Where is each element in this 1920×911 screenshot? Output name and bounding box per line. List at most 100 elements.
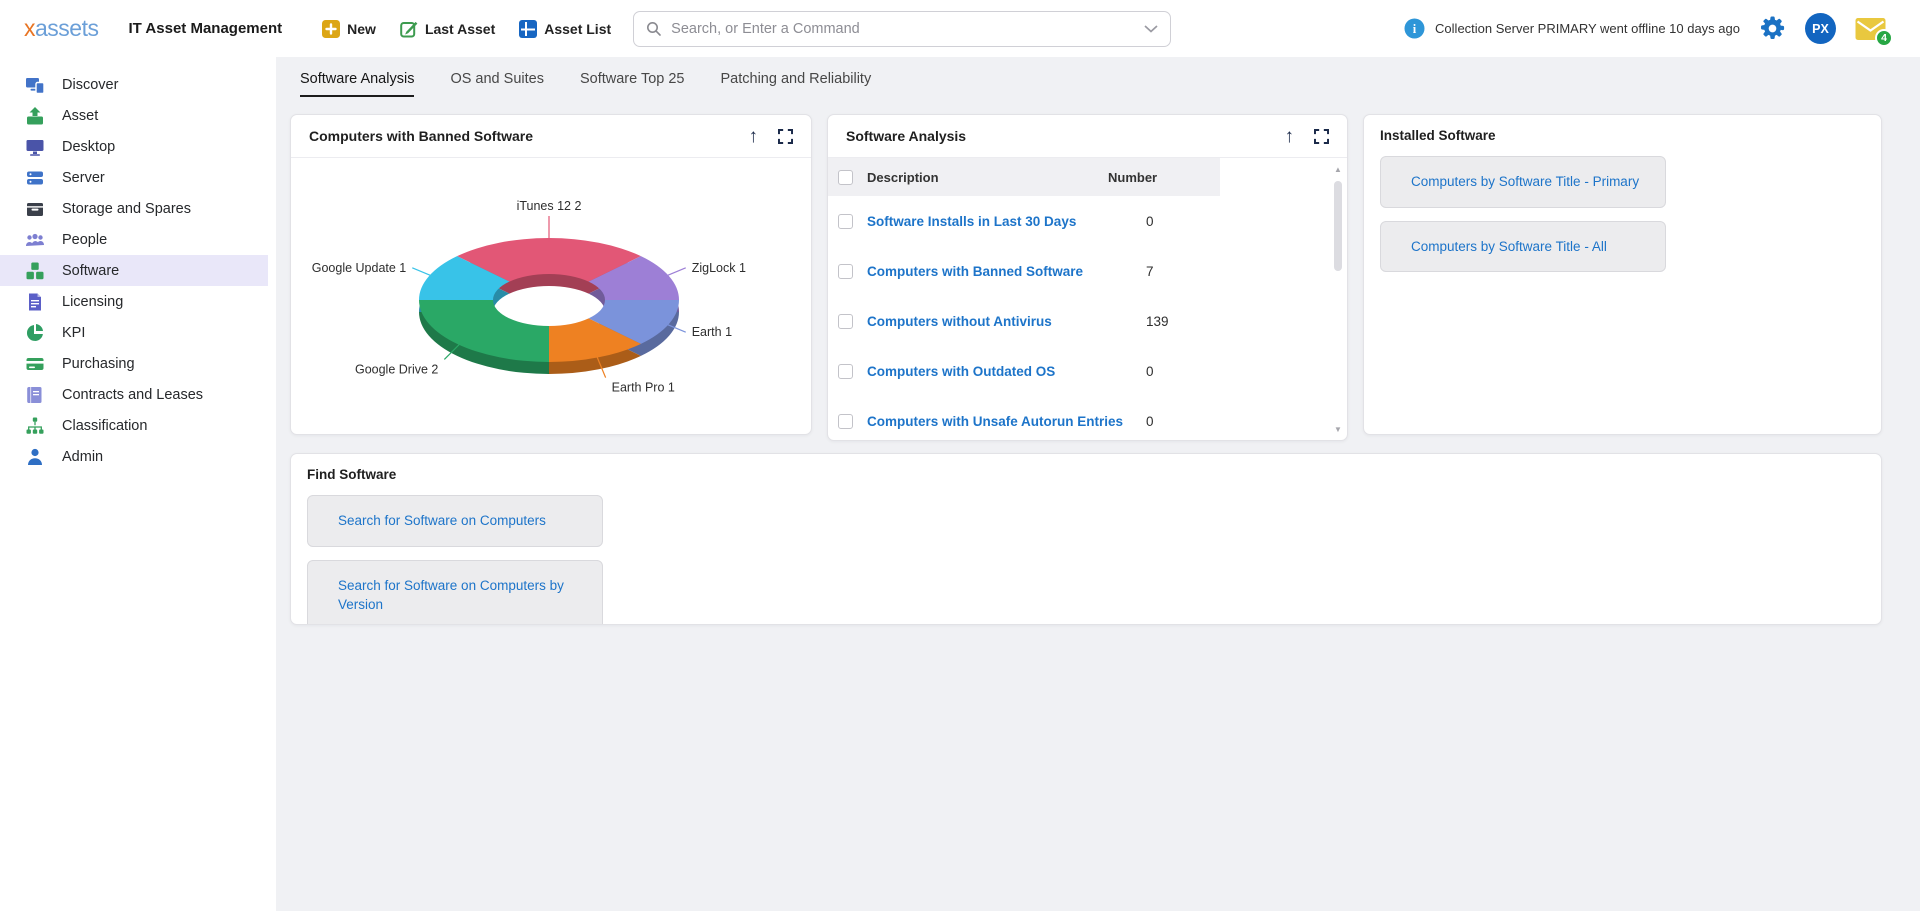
sidebar-item-classification[interactable]: Classification bbox=[0, 410, 268, 441]
mail-count-badge: 4 bbox=[1875, 29, 1893, 47]
row-description-link[interactable]: Computers with Banned Software bbox=[867, 264, 1083, 279]
asset-list-button[interactable]: Asset List bbox=[519, 20, 611, 38]
app-title: IT Asset Management bbox=[128, 20, 282, 37]
info-icon: i bbox=[1404, 18, 1425, 39]
expand-icon[interactable] bbox=[778, 129, 793, 144]
avatar[interactable]: PX bbox=[1805, 13, 1836, 44]
tab-patching-and-reliability[interactable]: Patching and Reliability bbox=[720, 71, 871, 97]
sidebar-item-label: Asset bbox=[62, 108, 98, 124]
action-label: Asset List bbox=[544, 21, 611, 37]
chevron-down-icon[interactable] bbox=[1144, 25, 1158, 33]
row-computers-with-banned-software: Computers with Banned Software 7 bbox=[828, 246, 1347, 296]
banned-software-donut-chart: iTunes 12 2ZigLock 1Earth 1Earth Pro 1Go… bbox=[291, 160, 811, 434]
tab-label: Patching and Reliability bbox=[720, 71, 871, 87]
scrollbar-down-icon[interactable] bbox=[1334, 419, 1342, 437]
sidebar-item-storage-and-spares[interactable]: Storage and Spares bbox=[0, 193, 268, 224]
org-tree-icon bbox=[25, 416, 45, 436]
sidebar-item-label: Contracts and Leases bbox=[62, 387, 203, 403]
row-description-link[interactable]: Computers with Outdated OS bbox=[867, 364, 1055, 379]
row-number-value: 7 bbox=[1146, 264, 1154, 279]
edit-icon bbox=[400, 20, 418, 38]
sidebar-item-contracts-and-leases[interactable]: Contracts and Leases bbox=[0, 379, 268, 410]
tab-software-analysis[interactable]: Software Analysis bbox=[300, 71, 414, 97]
row-checkbox[interactable] bbox=[838, 314, 853, 329]
logo-assets: assets bbox=[35, 15, 98, 41]
sidebar-item-kpi[interactable]: KPI bbox=[0, 317, 268, 348]
server-notification[interactable]: i Collection Server PRIMARY went offline… bbox=[1404, 18, 1740, 39]
sidebar-item-purchasing[interactable]: Purchasing bbox=[0, 348, 268, 379]
analysis-table-rows: Software Installs in Last 30 Days 0 Comp… bbox=[828, 196, 1347, 441]
last-asset-button[interactable]: Last Asset bbox=[400, 20, 495, 38]
sidebar-item-software[interactable]: Software bbox=[0, 255, 268, 286]
sidebar-item-label: Purchasing bbox=[62, 356, 135, 372]
table-header: Description Number bbox=[828, 158, 1347, 196]
sidebar: Discover Asset Desktop Server Storage an… bbox=[0, 57, 276, 911]
sidebar-item-licensing[interactable]: Licensing bbox=[0, 286, 268, 317]
search-software-on-computers-button[interactable]: Search for Software on Computers bbox=[307, 495, 603, 547]
new-button[interactable]: New bbox=[322, 20, 376, 38]
sidebar-item-desktop[interactable]: Desktop bbox=[0, 131, 268, 162]
row-computers-with-unsafe-autorun-entries: Computers with Unsafe Autorun Entries 0 bbox=[828, 396, 1347, 441]
sidebar-item-people[interactable]: People bbox=[0, 224, 268, 255]
donut-label: iTunes 12 2 bbox=[517, 199, 582, 213]
row-checkbox[interactable] bbox=[838, 414, 853, 429]
sidebar-item-discover[interactable]: Discover bbox=[0, 69, 268, 100]
computers-by-software-title-all-button[interactable]: Computers by Software Title - All bbox=[1380, 221, 1666, 273]
row-checkbox[interactable] bbox=[838, 214, 853, 229]
sidebar-item-label: Discover bbox=[62, 77, 118, 93]
row-checkbox[interactable] bbox=[838, 364, 853, 379]
row-number-value: 0 bbox=[1146, 364, 1154, 379]
row-description-link[interactable]: Computers without Antivirus bbox=[867, 314, 1052, 329]
software-analysis-card: Software Analysis Description Number Sof… bbox=[827, 114, 1348, 441]
arrow-up-icon[interactable] bbox=[1285, 127, 1295, 146]
sidebar-item-label: Server bbox=[62, 170, 105, 186]
document-icon bbox=[25, 292, 45, 312]
quick-actions: New Last Asset Asset List bbox=[322, 20, 611, 38]
tab-bar: Software Analysis OS and Suites Software… bbox=[300, 71, 1920, 97]
scrollbar-thumb[interactable] bbox=[1334, 181, 1342, 271]
arrow-up-icon[interactable] bbox=[749, 127, 759, 146]
row-checkbox[interactable] bbox=[838, 264, 853, 279]
search-software-on-computers-by-version-button[interactable]: Search for Software on Computers by Vers… bbox=[307, 560, 603, 625]
card-title: Find Software bbox=[307, 467, 1865, 482]
select-all-checkbox[interactable] bbox=[838, 170, 853, 185]
donut-label: Earth Pro 1 bbox=[612, 381, 675, 395]
computers-by-software-title-primary-button[interactable]: Computers by Software Title - Primary bbox=[1380, 156, 1666, 208]
sidebar-item-label: Desktop bbox=[62, 139, 115, 155]
tab-label: Software Top 25 bbox=[580, 71, 685, 87]
storage-box-icon bbox=[25, 199, 45, 219]
tab-label: Software Analysis bbox=[300, 71, 414, 87]
credit-card-icon bbox=[25, 354, 45, 374]
gear-icon[interactable] bbox=[1759, 15, 1786, 42]
sidebar-item-asset[interactable]: Asset bbox=[0, 100, 268, 131]
row-software-installs-last-30-days: Software Installs in Last 30 Days 0 bbox=[828, 196, 1347, 246]
messages-button[interactable]: 4 bbox=[1855, 18, 1886, 40]
sidebar-item-label: Software bbox=[62, 263, 119, 279]
cubes-icon bbox=[25, 261, 45, 281]
sidebar-item-label: Admin bbox=[62, 449, 103, 465]
row-description-link[interactable]: Computers with Unsafe Autorun Entries bbox=[867, 414, 1123, 429]
column-header-description: Description bbox=[867, 170, 939, 185]
command-search[interactable] bbox=[633, 11, 1171, 47]
card-header: Software Analysis bbox=[828, 115, 1347, 158]
scrollbar-up-icon[interactable] bbox=[1334, 159, 1342, 177]
search-input[interactable] bbox=[671, 21, 1144, 37]
row-description-link[interactable]: Software Installs in Last 30 Days bbox=[867, 214, 1076, 229]
xassets-logo: xassets bbox=[24, 15, 98, 42]
person-icon bbox=[25, 447, 45, 467]
row-number-value: 0 bbox=[1146, 414, 1154, 429]
main-content: Software Analysis OS and Suites Software… bbox=[276, 57, 1920, 911]
expand-icon[interactable] bbox=[1314, 129, 1329, 144]
row-computers-without-antivirus: Computers without Antivirus 139 bbox=[828, 296, 1347, 346]
table-scrollbar[interactable] bbox=[1331, 159, 1345, 437]
sidebar-item-admin[interactable]: Admin bbox=[0, 441, 268, 472]
card-header: Computers with Banned Software bbox=[291, 115, 811, 158]
row-number-value: 139 bbox=[1146, 314, 1169, 329]
tab-software-top-25[interactable]: Software Top 25 bbox=[580, 71, 685, 97]
tab-os-and-suites[interactable]: OS and Suites bbox=[450, 71, 544, 97]
plus-icon bbox=[322, 20, 340, 38]
sidebar-item-server[interactable]: Server bbox=[0, 162, 268, 193]
donut-label: Google Drive 2 bbox=[355, 362, 438, 376]
row-number-value: 0 bbox=[1146, 214, 1154, 229]
donut-label: ZigLock 1 bbox=[692, 261, 746, 275]
